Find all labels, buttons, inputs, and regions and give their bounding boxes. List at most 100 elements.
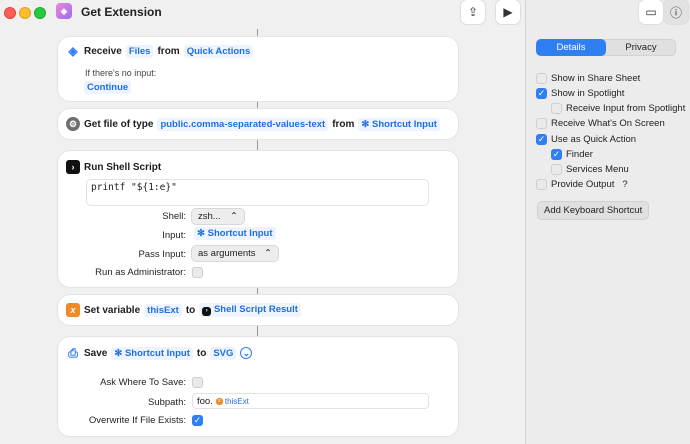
receive-spotlight-label: Receive Input from Spotlight (566, 103, 686, 114)
close-window-button[interactable] (4, 7, 16, 19)
pass-input-select[interactable]: as arguments ⌃ (192, 246, 278, 261)
option-show-in-spotlight[interactable]: ✓ Show in Spotlight (536, 88, 624, 99)
get-file-verb: Get file of type (84, 118, 154, 130)
receive-verb: Receive (84, 45, 122, 57)
layers-icon: ◈ (66, 44, 80, 58)
add-keyboard-shortcut-button[interactable]: Add Keyboard Shortcut (538, 202, 649, 219)
finder-checkbox[interactable]: ✓ (551, 149, 562, 160)
info-icon[interactable]: ⓘ (664, 0, 688, 24)
shortcut-input-icon: ✻ (197, 228, 205, 239)
save-format-token[interactable]: SVG (210, 346, 237, 360)
save-input-label: Shortcut Input (124, 347, 190, 359)
share-sheet-checkbox[interactable] (536, 73, 547, 84)
shell-script-action-card[interactable]: › Run Shell Script printf "${1:e}" Shell… (58, 151, 458, 287)
no-input-label: If there's no input: (85, 68, 157, 78)
provide-output-label: Provide Output (551, 179, 615, 190)
option-services-menu[interactable]: Services Menu (551, 164, 629, 175)
connector-line (257, 101, 258, 109)
script-editor[interactable]: printf "${1:e}" (86, 179, 429, 206)
subpath-variable-label: thisExt (224, 396, 249, 406)
shell-select-value: zsh... (198, 211, 221, 222)
file-gear-icon: ⚙ (66, 117, 80, 131)
title-bar: ◆ Get Extension ⇪ ▶ (0, 0, 525, 26)
save-file-icon: ⎙ (66, 346, 80, 360)
receive-spotlight-checkbox[interactable] (551, 103, 562, 114)
updown-chevron-icon: ⌃ (264, 248, 272, 259)
receive-action-card[interactable]: ◈ Receive Files from Quick Actions If th… (58, 37, 458, 101)
subpath-prefix: foo. (197, 395, 213, 407)
variable-icon: x (66, 303, 80, 317)
connector-line (257, 139, 258, 151)
pass-input-value: as arguments (198, 248, 256, 259)
no-input-fallback-token[interactable]: Continue (84, 81, 132, 94)
shell-title: Run Shell Script (84, 161, 162, 173)
shortcuts-app-icon: ◆ (56, 3, 72, 19)
shortcut-input-icon: ✻ (114, 347, 123, 359)
shell-input-value: Shortcut Input (207, 228, 273, 239)
option-receive-input-spotlight[interactable]: Receive Input from Spotlight (551, 103, 685, 114)
get-file-source-label: Shortcut Input (372, 118, 437, 130)
shell-select[interactable]: zsh... ⌃ (192, 209, 244, 224)
overwrite-checkbox[interactable]: ✓ (192, 415, 203, 426)
subpath-field[interactable]: foo. x thisExt (192, 393, 429, 409)
file-type-token[interactable]: public.comma-separated-values-text (157, 117, 329, 131)
on-screen-checkbox[interactable] (536, 118, 547, 129)
input-label: Input: (162, 230, 186, 241)
option-receive-on-screen[interactable]: Receive What's On Screen (536, 118, 665, 129)
services-menu-checkbox[interactable] (551, 164, 562, 175)
get-file-source-token[interactable]: ✻ Shortcut Input (358, 117, 440, 131)
overwrite-label: Overwrite If File Exists: (88, 415, 186, 426)
details-privacy-segmented-control[interactable]: Details Privacy (536, 39, 676, 56)
shell-input-token[interactable]: ✻ Shortcut Input (194, 227, 276, 240)
shell-label: Shell: (162, 211, 186, 222)
provide-output-checkbox[interactable] (536, 179, 547, 190)
option-show-in-share-sheet[interactable]: Show in Share Sheet (536, 73, 640, 84)
variable-name-token[interactable]: thisExt (144, 303, 182, 317)
pass-input-label: Pass Input: (138, 249, 186, 260)
save-to-label: to (196, 347, 207, 359)
set-variable-verb: Set variable (84, 304, 141, 316)
connector-line (257, 325, 258, 337)
minimize-window-button[interactable] (19, 7, 31, 19)
quick-action-label: Use as Quick Action (551, 134, 637, 145)
details-sidebar: ▭ ⓘ Details Privacy Show in Share Sheet … (525, 0, 690, 444)
save-input-token[interactable]: ✻ Shortcut Input (111, 346, 193, 360)
spotlight-label: Show in Spotlight (551, 88, 625, 99)
tab-privacy[interactable]: Privacy (606, 39, 676, 56)
subpath-variable-token[interactable]: x thisExt (215, 396, 249, 406)
spotlight-checkbox[interactable]: ✓ (536, 88, 547, 99)
save-action-card[interactable]: ⎙ Save ✻ Shortcut Input to SVG ⌄ Ask Whe… (58, 337, 458, 436)
quick-action-checkbox[interactable]: ✓ (536, 134, 547, 145)
receive-from-label: from (157, 45, 180, 57)
admin-label: Run as Administrator: (95, 267, 186, 278)
receive-source-token[interactable]: Quick Actions (183, 44, 254, 58)
option-quick-action[interactable]: ✓ Use as Quick Action (536, 134, 636, 145)
share-icon[interactable]: ⇪ (461, 0, 485, 24)
connector-line (257, 287, 258, 295)
receive-type-token[interactable]: Files (125, 44, 154, 58)
get-file-action-card[interactable]: ⚙ Get file of type public.comma-separate… (58, 109, 458, 139)
terminal-icon: › (66, 160, 80, 174)
option-provide-output[interactable]: Provide Output? (536, 179, 628, 190)
connector-line (257, 29, 258, 37)
library-icon[interactable]: ▭ (639, 0, 663, 24)
admin-checkbox[interactable] (192, 267, 203, 278)
editor-area: ◆ Get Extension ⇪ ▶ ◈ Receive Files from… (0, 0, 525, 444)
get-file-from-label: from (332, 118, 355, 130)
on-screen-label: Receive What's On Screen (551, 118, 665, 129)
chevron-down-icon[interactable]: ⌄ (240, 347, 253, 359)
ask-where-checkbox[interactable] (192, 377, 203, 388)
save-verb: Save (84, 347, 108, 359)
run-icon[interactable]: ▶ (496, 0, 520, 24)
variable-value-token[interactable]: › Shell Script Result (199, 303, 301, 317)
zoom-window-button[interactable] (34, 7, 46, 19)
set-variable-action-card[interactable]: x Set variable thisExt to › Shell Script… (58, 295, 458, 325)
variable-value-label: Shell Script Result (213, 304, 298, 316)
terminal-icon: › (202, 306, 212, 316)
window-title: Get Extension (81, 5, 162, 19)
services-menu-label: Services Menu (566, 164, 629, 175)
option-finder[interactable]: ✓ Finder (551, 149, 593, 160)
tab-details[interactable]: Details (536, 39, 606, 56)
help-icon[interactable]: ? (622, 179, 627, 190)
variable-icon: x (215, 397, 223, 405)
